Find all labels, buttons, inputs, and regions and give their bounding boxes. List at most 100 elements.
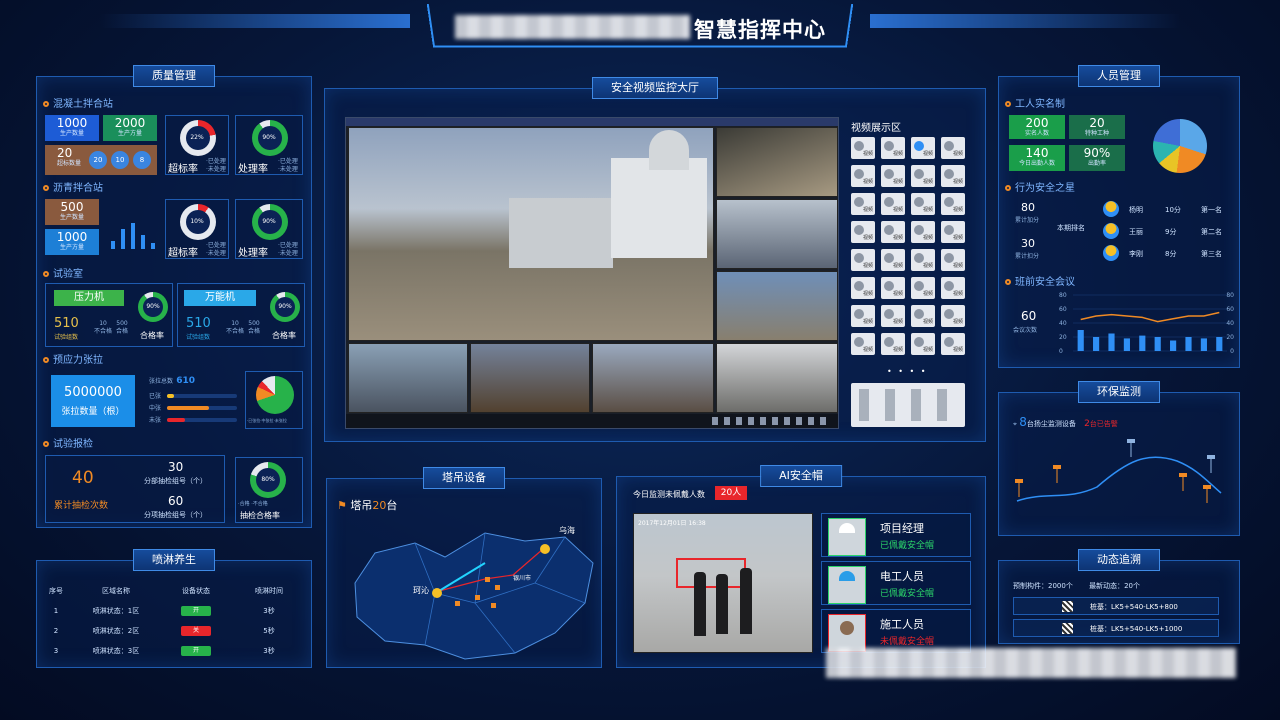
helmet-icon (839, 523, 855, 533)
bullet-icon (43, 185, 49, 191)
video-channel-button[interactable]: 视频 (941, 221, 965, 243)
video-channel-button[interactable]: 视频 (851, 165, 875, 187)
tracking-item[interactable]: 桩基：LK5+540-LK5+1000 (1013, 619, 1219, 637)
person-card-manager[interactable]: 项目经理 已佩戴安全帽 (821, 513, 971, 557)
bullet-icon (43, 357, 49, 363)
video-channel-button[interactable]: 视频 (911, 277, 935, 299)
video-panel-title: 安全视频监控大厅 (592, 77, 718, 99)
sampling-box: 40 累计抽检次数 30 分部抽检组号（个） 60 分项抽检组号（个） (45, 455, 225, 523)
video-channel-button[interactable]: 视频 (881, 221, 905, 243)
y-tick-label: 80 (1059, 292, 1067, 299)
display-area-label: 视频展示区 (851, 123, 901, 134)
bullet-icon (1005, 101, 1011, 107)
video-channel-button[interactable]: 视频 (851, 193, 875, 215)
ptz-control-pad[interactable] (851, 383, 965, 427)
rank-row: 杨明 10分 第一名 (1103, 201, 1235, 219)
tracking-panel: 动态追溯 预制构件：2000个 最新动态：20个 桩基：LK5+540-LK5+… (998, 549, 1240, 644)
video-channel-button[interactable]: 视频 (851, 305, 875, 327)
video-channel-button[interactable]: 视频 (941, 165, 965, 187)
video-channel-button[interactable]: 视频 (881, 137, 905, 159)
video-player-window[interactable] (345, 117, 839, 429)
camera-bottom-4[interactable] (716, 343, 838, 413)
header-right-stripe (870, 14, 1180, 28)
video-channel-button[interactable]: 视频 (941, 137, 965, 159)
video-channel-button[interactable]: 视频 (911, 221, 935, 243)
video-channel-button[interactable]: 视频 (881, 305, 905, 327)
video-channel-button[interactable]: 视频 (881, 249, 905, 271)
lab-label: 试验室 (43, 265, 83, 280)
personnel-panel-title: 人员管理 (1078, 65, 1160, 87)
video-channel-button[interactable]: 视频 (881, 193, 905, 215)
realname-label: 工人实名制 (1005, 95, 1065, 110)
video-channel-button[interactable]: 视频 (881, 333, 905, 355)
video-channel-button[interactable]: 视频 (911, 249, 935, 271)
sensor-marker (1203, 485, 1211, 503)
video-channel-button[interactable]: 视频 (851, 249, 875, 271)
rank-row: 王丽 9分 第二名 (1103, 223, 1235, 241)
camera-main[interactable] (348, 127, 714, 341)
person-card-electrician[interactable]: 电工人员 已佩戴安全帽 (821, 561, 971, 605)
video-channel-button[interactable]: 视频 (881, 165, 905, 187)
video-channel-button[interactable]: 视频 (941, 305, 965, 327)
chart-bar (1077, 330, 1084, 351)
video-channel-button[interactable]: 视频 (911, 137, 935, 159)
video-channel-button[interactable]: 视频 (941, 277, 965, 299)
mixing-circle-1: 20 (89, 151, 107, 169)
video-channel-button[interactable]: 视频 (911, 333, 935, 355)
camera-side-3[interactable] (716, 271, 838, 341)
mixing-gauge-exceed: 22% 超标率 ·已处理 ·未处理 (165, 115, 229, 175)
asphalt-tile-volume: 1000 生产方量 (45, 229, 99, 255)
video-channel-button[interactable]: 视频 (851, 137, 875, 159)
y-tick-label: 0 (1059, 348, 1063, 355)
status-badge[interactable]: 开 (181, 606, 211, 616)
chart-bar (1154, 337, 1161, 351)
video-pagination[interactable]: • • • • (887, 367, 928, 376)
video-channel-button[interactable]: 视频 (911, 305, 935, 327)
video-button-grid: 视频 视频 视频 视频 视频 视频 视频 视频 视频 视频 视频 视频 视频 视频 视频 视频 视频 视频 视频 视频… (851, 137, 971, 367)
avatar (1103, 201, 1119, 217)
table-row: 1 喷淋状态：1区 开 3秒 (53, 606, 275, 616)
city-label: 银川市 (513, 575, 532, 582)
tracking-item[interactable]: 桩基：LK5+540-LK5+800 (1013, 597, 1219, 615)
meeting-chart: 0 0 20 20 40 40 60 60 80 80 (1059, 292, 1234, 355)
camera-bottom-1[interactable] (348, 343, 468, 413)
sensor-marker (1127, 439, 1135, 457)
workforce-pie (1153, 119, 1207, 173)
video-channel-button[interactable]: 视频 (941, 193, 965, 215)
video-channel-button[interactable]: 视频 (851, 277, 875, 299)
video-channel-button[interactable]: 视频 (911, 165, 935, 187)
col-header: 喷淋时间 (255, 587, 283, 595)
prestress-bar-row: 已张 (149, 391, 239, 401)
bullet-icon (43, 441, 49, 447)
env-route (1016, 456, 1222, 502)
video-channel-button[interactable]: 视频 (851, 221, 875, 243)
video-channel-button[interactable]: 视频 (851, 333, 875, 355)
camera-bottom-2[interactable] (470, 343, 590, 413)
worker (740, 568, 752, 634)
avatar (828, 614, 866, 652)
avatar (1103, 245, 1119, 261)
map-node (540, 544, 550, 554)
person-card-worker[interactable]: 施工人员 未佩戴安全帽 (821, 609, 971, 653)
video-channel-button[interactable]: 视频 (941, 333, 965, 355)
video-channel-button[interactable]: 视频 (911, 193, 935, 215)
status-badge[interactable]: 关 (181, 626, 211, 636)
behavior-label: 行为安全之星 (1005, 179, 1075, 194)
video-channel-button[interactable]: 视频 (881, 277, 905, 299)
bullet-icon (1005, 279, 1011, 285)
status-badge[interactable]: 开 (181, 646, 211, 656)
sampling-gauge: 80% ·合格 ·不合格 抽检合格率 (235, 457, 303, 523)
tracking-panel-title: 动态追溯 (1078, 549, 1160, 571)
prestress-count: 张拉总数 610 (149, 376, 195, 386)
helmet-camera[interactable]: 2017年12月01日 16:38 (633, 513, 813, 653)
env-route-map[interactable] (1007, 431, 1233, 531)
video-channel-button[interactable]: 视频 (941, 249, 965, 271)
asphalt-gauge-handle: 90% 处理率 ·已处理 ·未处理 (235, 199, 303, 259)
bullet-icon (43, 101, 49, 107)
camera-bottom-3[interactable] (592, 343, 714, 413)
tower-panel-title: 塔吊设备 (423, 467, 505, 489)
camera-side-1[interactable] (716, 127, 838, 197)
bar-fill (167, 418, 185, 422)
toolbar-controls[interactable] (712, 417, 832, 425)
camera-side-2[interactable] (716, 199, 838, 269)
